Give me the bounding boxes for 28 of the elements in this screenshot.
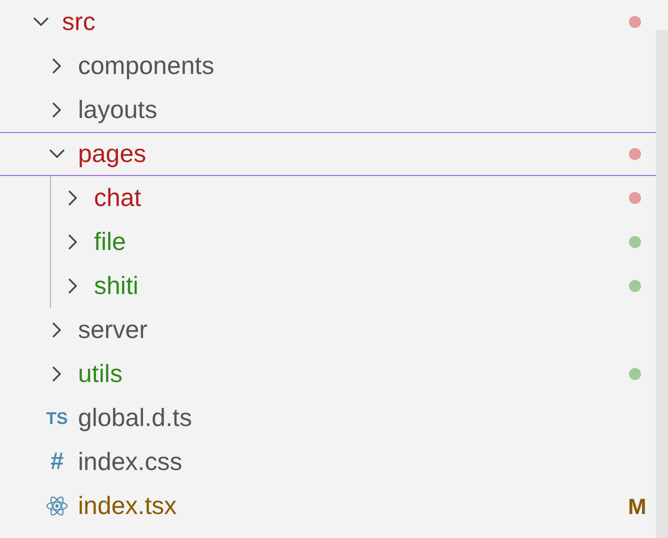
tree-row[interactable]: utils [0, 352, 656, 396]
folder-name: pages [78, 142, 148, 166]
scrollbar[interactable] [656, 30, 668, 538]
tree-row[interactable]: index.tsx M [0, 484, 656, 528]
file-name: global.d.ts [78, 406, 193, 430]
typescript-icon: TS [46, 410, 68, 426]
tree-row[interactable]: layouts [0, 88, 656, 132]
tree-row[interactable]: components [0, 44, 656, 88]
folder-name: utils [78, 362, 124, 386]
tree-row[interactable]: server [0, 308, 656, 352]
atom-icon [46, 494, 68, 518]
tree-row[interactable]: # index.css [0, 440, 656, 484]
folder-name: components [78, 54, 216, 78]
tree-row[interactable]: src [0, 0, 656, 44]
file-name: index.css [78, 450, 184, 474]
folder-name: chat [94, 186, 142, 210]
folder-name: layouts [78, 98, 158, 122]
folder-name: server [78, 318, 148, 342]
folder-name: shiti [94, 274, 140, 298]
hash-icon: # [50, 450, 64, 474]
tree-row[interactable]: pages [0, 132, 656, 176]
tree-row[interactable]: shiti [51, 264, 656, 308]
folder-name: file [94, 230, 127, 254]
tree-row[interactable]: TS global.d.ts [0, 396, 656, 440]
tree-row[interactable]: file [51, 220, 656, 264]
file-name: index.tsx [78, 494, 178, 518]
tree-row[interactable]: chat [51, 176, 656, 220]
folder-name: src [62, 10, 96, 34]
